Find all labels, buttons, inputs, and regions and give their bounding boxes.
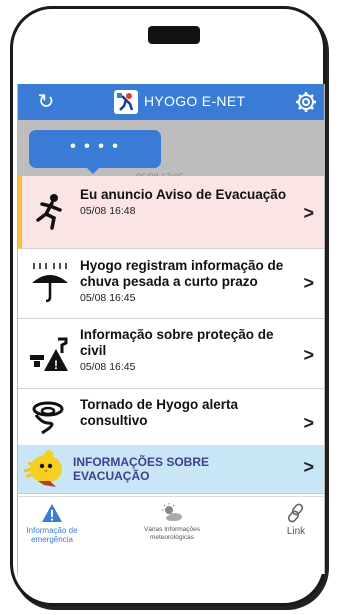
app-screen: ↻ HYOGO E-NET 05/08 17:05 • • • • [17, 84, 325, 574]
refresh-icon[interactable]: ↻ [34, 90, 58, 114]
list-item-civil-protection[interactable]: ! Informação sobre proteção de civil 05/… [18, 319, 324, 389]
chevron-right-icon: > [303, 273, 314, 293]
chevron-right-icon: > [303, 457, 314, 477]
umbrella-rain-icon [32, 263, 68, 303]
loading-toast: • • • • [29, 130, 161, 174]
tab-label: Várias Informações meteorológicas [144, 526, 200, 541]
item-time: 05/08 16:45 [80, 292, 136, 304]
item-time: 05/08 16:45 [80, 361, 136, 373]
item-time: 05/08 16:48 [80, 205, 136, 217]
item-title: Hyogo registram informação de chuva pesa… [80, 258, 284, 289]
app-header: ↻ HYOGO E-NET [18, 84, 324, 120]
chevron-right-icon: > [303, 413, 314, 433]
bottom-tab-bar: Informação de emergência Várias Informaç… [18, 496, 324, 574]
mascot-bird-icon [23, 449, 62, 487]
tab-link[interactable]: Link [274, 497, 318, 557]
list-item-heavy-rain[interactable]: Hyogo registram informação de chuva pesa… [18, 249, 324, 319]
app-logo-icon [114, 90, 138, 114]
item-title: Informação sobre proteção de civil [80, 327, 274, 358]
item-title: Tornado de Hyogo alerta consultivo [80, 397, 239, 428]
weather-icon [162, 503, 182, 521]
evacuation-info-banner[interactable]: INFORMAÇÕES SOBRE EVACUAÇÃO > [18, 445, 324, 494]
tab-label: Link [286, 526, 306, 537]
gear-icon[interactable] [294, 90, 318, 114]
list-item-tornado[interactable]: Tornado de Hyogo alerta consultivo > [18, 389, 324, 437]
list-item-evacuation-notice[interactable]: Eu anuncio Aviso de Evacuação 05/08 16:4… [18, 176, 324, 249]
link-icon [287, 503, 304, 523]
item-title: Eu anuncio Aviso de Evacuação [80, 187, 287, 202]
tab-emergency-info[interactable]: Informação de emergência [18, 497, 86, 557]
running-person-icon [36, 194, 62, 230]
chevron-right-icon: > [303, 345, 314, 365]
banner-label: INFORMAÇÕES SOBRE EVACUAÇÃO [73, 455, 210, 483]
tab-label: Informação de emergência [26, 526, 78, 544]
app-title: HYOGO E-NET [144, 93, 246, 109]
svg-text:!: ! [54, 358, 58, 372]
tornado-icon [32, 401, 64, 435]
tab-weather-info[interactable]: Várias Informações meteorológicas [134, 497, 210, 557]
phone-speaker [148, 26, 200, 44]
warning-icon [42, 504, 62, 522]
alert-list: Eu anuncio Aviso de Evacuação 05/08 16:4… [18, 176, 324, 437]
chevron-right-icon: > [303, 203, 314, 223]
civil-protection-icon: ! [30, 337, 68, 372]
